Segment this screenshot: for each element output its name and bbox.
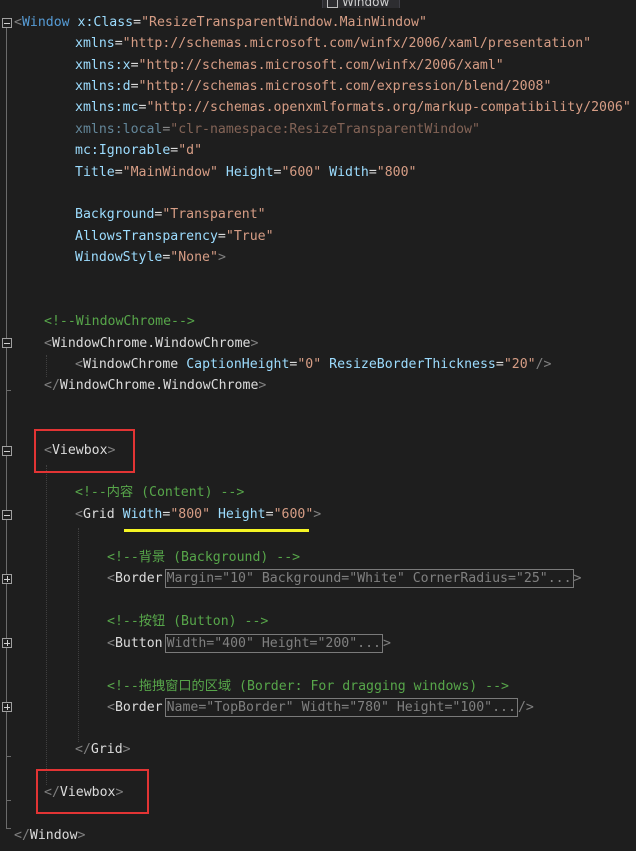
top-tab-strip: Window [0, 0, 636, 8]
collapse-window-icon[interactable] [2, 18, 12, 28]
code-line[interactable]: <Button Width="400" Height="200"... > [107, 633, 391, 654]
code-line[interactable]: </Grid> [75, 739, 131, 760]
collapse-viewbox-icon[interactable] [2, 446, 12, 456]
code-line[interactable]: </WindowChrome.WindowChrome> [44, 375, 266, 396]
code-editor[interactable]: Window <Window x:Class="ResizeTransparen… [0, 0, 636, 851]
expand-button-icon[interactable] [2, 638, 12, 648]
code-line[interactable]: <Border Margin="10" Background="White" Co… [107, 568, 581, 589]
code-line[interactable]: xmlns:local="clr-namespace:ResizeTranspa… [75, 119, 480, 140]
code-line[interactable]: <Window x:Class="ResizeTransparentWindow… [14, 12, 427, 33]
highlight-viewbox-close [36, 769, 149, 814]
code-line[interactable]: <!--WindowChrome--> [44, 311, 195, 332]
collapsed-attributes[interactable]: Width="400" Height="200"... [164, 634, 383, 653]
code-line[interactable]: <!--内容 (Content) --> [75, 482, 244, 503]
code-line[interactable]: xmlns:mc="http://schemas.openxmlformats.… [75, 97, 631, 118]
code-line[interactable]: <!--拖拽窗口的区域 (Border: For dragging window… [107, 676, 509, 697]
code-line[interactable]: Background="Transparent" [75, 204, 266, 225]
code-line[interactable]: <!--背景 (Background) --> [107, 547, 300, 568]
collapse-chrome-icon[interactable] [2, 338, 12, 348]
code-line[interactable]: <WindowChrome.WindowChrome> [44, 333, 258, 354]
code-line[interactable]: <WindowChrome CaptionHeight="0" ResizeBo… [75, 354, 551, 375]
collapsed-attributes[interactable]: Margin="10" Background="White" CornerRad… [164, 569, 574, 588]
highlight-grid-size [124, 529, 309, 532]
code-line[interactable]: <!--按钮 (Button) --> [107, 611, 268, 632]
xaml-file-icon [327, 0, 338, 8]
window-tab[interactable]: Window [322, 0, 401, 8]
code-line[interactable]: WindowStyle="None"> [75, 247, 226, 268]
code-line[interactable]: </Window> [14, 825, 85, 846]
collapse-grid-icon[interactable] [2, 510, 12, 520]
fold-gutter [0, 0, 14, 851]
highlight-viewbox-open [34, 429, 135, 473]
expand-border-drag-icon[interactable] [2, 702, 12, 712]
code-line[interactable]: xmlns:d="http://schemas.microsoft.com/ex… [75, 76, 551, 97]
code-line[interactable]: xmlns:x="http://schemas.microsoft.com/wi… [75, 55, 504, 76]
code-line[interactable]: <Border Name="TopBorder" Width="780" Heig… [107, 697, 534, 718]
code-line[interactable]: mc:Ignorable="d" [75, 140, 202, 161]
code-line[interactable]: AllowsTransparency="True" [75, 226, 274, 247]
collapsed-attributes[interactable]: Name="TopBorder" Width="780" Height="100… [164, 698, 518, 717]
code-line[interactable]: xmlns="http://schemas.microsoft.com/winf… [75, 33, 591, 54]
code-line[interactable]: Title="MainWindow" Height="600" Width="8… [75, 162, 417, 183]
expand-border-icon[interactable] [2, 574, 12, 584]
code-line[interactable]: <Grid Width="800" Height="600"> [75, 504, 321, 525]
